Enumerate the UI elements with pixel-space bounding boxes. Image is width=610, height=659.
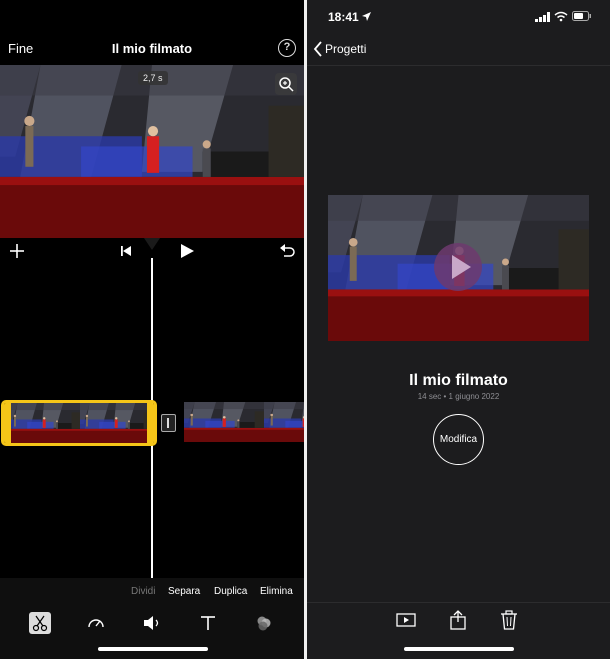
clip-action-bar: Dividi Separa Duplica Elimina <box>0 578 304 606</box>
battery-icon <box>572 11 591 21</box>
play-rectangle-icon <box>396 613 416 627</box>
volume-tool[interactable] <box>141 612 163 634</box>
separate-button[interactable]: Separa <box>168 586 200 597</box>
speed-icon <box>88 619 104 628</box>
text-icon <box>201 616 215 630</box>
project-screen: 18:41 Progetti Il mio filmato 14 sec • 1… <box>307 0 610 659</box>
duplicate-button[interactable]: Duplica <box>214 586 247 597</box>
wifi-icon <box>554 11 568 22</box>
movie-title: Il mio filmato <box>111 41 193 56</box>
zoom-button[interactable] <box>275 73 297 95</box>
skip-to-start-icon[interactable] <box>118 242 134 260</box>
trash-icon <box>501 610 517 630</box>
clip-thumbnail <box>8 403 80 443</box>
edit-button[interactable]: Modifica <box>433 414 484 465</box>
video-preview[interactable]: 2,7 s <box>0 65 304 238</box>
editor-top-bar: Fine Il mio filmato ? <box>0 30 304 64</box>
clip-thumbnail <box>80 403 152 443</box>
scissors-icon <box>32 615 48 632</box>
trim-handle-left[interactable] <box>4 403 11 443</box>
speed-tool[interactable] <box>85 612 107 634</box>
tool-dock <box>0 606 304 659</box>
add-media-icon[interactable] <box>8 242 26 260</box>
bottom-separator <box>307 602 610 603</box>
share-button[interactable] <box>447 609 469 631</box>
status-time: 18:41 <box>328 10 359 24</box>
help-button[interactable]: ? <box>278 39 296 57</box>
delete-button[interactable]: Elimina <box>260 586 293 597</box>
clip-thumbnail <box>184 402 264 442</box>
editor-screen: Fine Il mio filmato ? 2,7 s Dividi Separ… <box>0 0 304 659</box>
volume-icon <box>144 616 159 630</box>
status-bar: 18:41 <box>307 0 610 34</box>
trim-handle-right[interactable] <box>147 403 154 443</box>
delete-project-button[interactable] <box>498 609 520 631</box>
concert-frame <box>0 65 304 238</box>
play-icon[interactable] <box>433 242 483 292</box>
project-title: Il mio filmato <box>409 372 508 389</box>
zoom-icon <box>279 77 294 92</box>
undo-icon[interactable] <box>278 242 296 260</box>
transition-icon[interactable] <box>161 414 176 432</box>
signal-icon <box>535 12 550 22</box>
project-meta: 14 sec • 1 giugno 2022 <box>417 392 500 401</box>
clip-thumbnail <box>264 402 304 442</box>
play-icon[interactable] <box>178 242 196 260</box>
filters-tool[interactable] <box>253 612 275 634</box>
home-indicator <box>98 647 208 651</box>
share-icon <box>450 610 466 630</box>
chevron-left-icon <box>313 41 322 57</box>
nav-separator <box>307 65 610 66</box>
play-fullscreen-button[interactable] <box>395 609 417 631</box>
scissors-tool[interactable] <box>29 612 51 634</box>
text-tool[interactable] <box>197 612 219 634</box>
home-indicator <box>404 647 514 651</box>
back-label: Progetti <box>325 42 367 56</box>
filters-icon <box>257 616 271 631</box>
playhead-marker <box>144 238 160 250</box>
split-button[interactable]: Dividi <box>131 586 155 597</box>
selected-clip[interactable] <box>1 400 157 446</box>
project-thumbnail[interactable] <box>328 195 589 341</box>
location-icon <box>362 12 371 21</box>
next-clip[interactable] <box>184 402 304 445</box>
duration-badge: 2,7 s <box>138 71 168 85</box>
